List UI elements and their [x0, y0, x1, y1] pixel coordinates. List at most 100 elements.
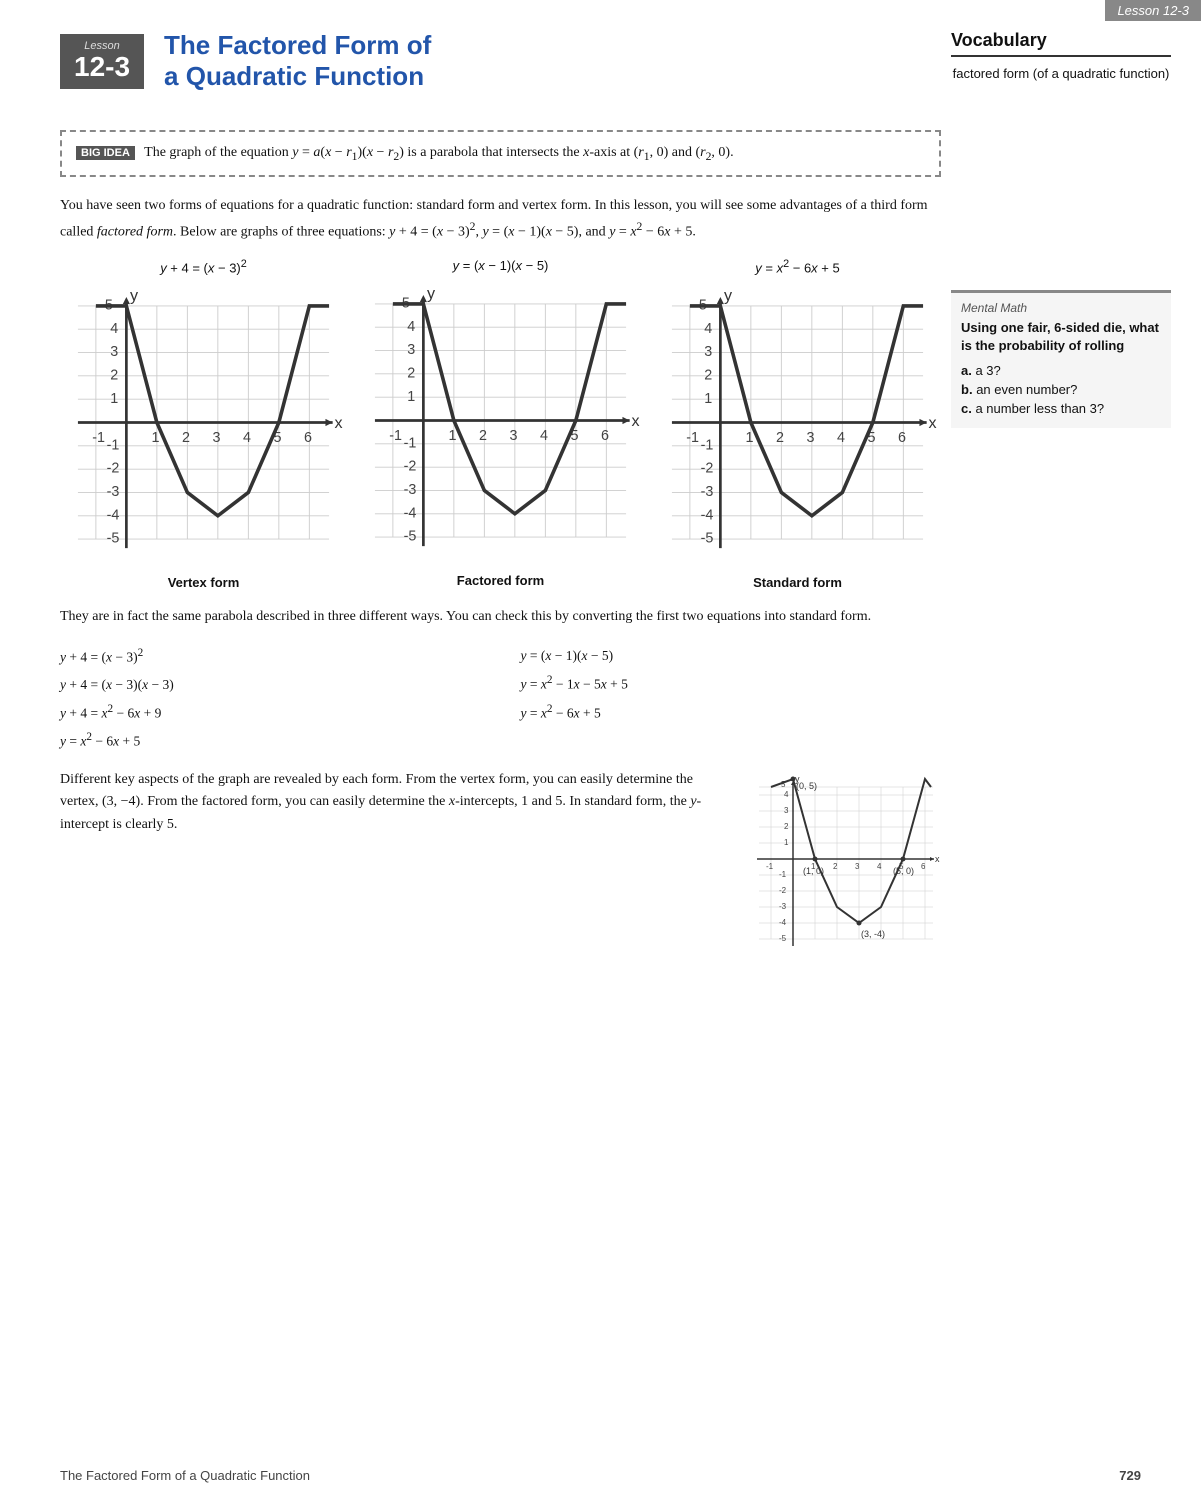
svg-text:x: x [631, 412, 639, 430]
graph1-svg: x y 1 2 3 4 5 6 -1 1 2 3 4 5 -1 [60, 279, 347, 566]
bottom-text: Different key aspects of the graph are r… [60, 769, 721, 836]
svg-text:x: x [928, 414, 936, 432]
svg-text:3: 3 [212, 430, 220, 446]
vocab-title: Vocabulary [951, 30, 1171, 57]
equations-section: y + 4 = (x − 3)2 y + 4 = (x − 3)(x − 3) … [60, 642, 941, 755]
graph-vertex-form: y + 4 = (x − 3)2 [60, 258, 347, 590]
svg-text:x: x [334, 414, 342, 432]
lesson-label: Lesson 12-3 [1105, 0, 1201, 21]
eq-left-2: y + 4 = (x − 3)(x − 3) [60, 671, 481, 698]
svg-text:(0, 5): (0, 5) [796, 781, 817, 791]
svg-text:1: 1 [745, 430, 753, 446]
svg-text:-2: -2 [404, 458, 417, 474]
eq-left-3: y + 4 = x2 − 6x + 9 [60, 698, 481, 727]
svg-text:2: 2 [784, 822, 789, 831]
lesson-box: Lesson 12-3 [60, 34, 144, 89]
svg-text:2: 2 [704, 368, 712, 384]
svg-text:3: 3 [806, 430, 814, 446]
svg-text:4: 4 [407, 319, 415, 335]
graph2-label-bottom: Factored form [457, 573, 544, 588]
svg-text:4: 4 [704, 321, 712, 337]
equations-right-col: y = (x − 1)(x − 5) y = x2 − 1x − 5x + 5 … [521, 642, 942, 755]
lesson-number: 12-3 [74, 52, 130, 83]
vocabulary-sidebar: Vocabulary factored form (of a quadratic… [951, 30, 1171, 83]
footer-left: The Factored Form of a Quadratic Functio… [60, 1468, 310, 1483]
svg-text:1: 1 [407, 389, 415, 405]
mental-math-q-b: b. an even number? [961, 382, 1161, 397]
svg-text:-1: -1 [779, 870, 787, 879]
bottom-graph: x y 1 2 3 4 5 6 -1 1 2 3 4 5 -1 -2 -3 -4… [741, 769, 941, 974]
svg-text:-3: -3 [404, 482, 417, 498]
mental-math-q-a: a. a 3? [961, 363, 1161, 378]
svg-text:6: 6 [601, 428, 609, 444]
body-paragraph-2: They are in fact the same parabola descr… [60, 606, 941, 628]
svg-text:1: 1 [110, 391, 118, 407]
graph2-svg: x y 1 2 3 4 5 6 -1 1 2 3 4 5 -1 -2 -3 [357, 277, 644, 564]
svg-text:-4: -4 [701, 507, 714, 523]
svg-text:6: 6 [921, 862, 926, 871]
svg-text:-4: -4 [779, 918, 787, 927]
svg-text:4: 4 [784, 790, 789, 799]
svg-text:2: 2 [479, 428, 487, 444]
svg-text:3: 3 [704, 344, 712, 360]
svg-text:3: 3 [110, 344, 118, 360]
eq-right-2: y = x2 − 1x − 5x + 5 [521, 669, 942, 698]
eq-left-1: y + 4 = (x − 3)2 [60, 642, 481, 671]
eq-right-3: y = x2 − 6x + 5 [521, 698, 942, 727]
bottom-graph-svg: x y 1 2 3 4 5 6 -1 1 2 3 4 5 -1 -2 -3 -4… [741, 769, 941, 969]
svg-text:3: 3 [855, 862, 860, 871]
svg-text:(3, -4): (3, -4) [861, 929, 885, 939]
eq-right-1: y = (x − 1)(x − 5) [521, 642, 942, 669]
svg-text:4: 4 [837, 430, 845, 446]
vocab-term: factored form (of a quadratic function) [951, 65, 1171, 83]
svg-text:-4: -4 [107, 507, 120, 523]
big-idea-text: The graph of the equation y = a(x − r1)(… [144, 145, 733, 160]
svg-text:1: 1 [448, 428, 456, 444]
svg-text:-3: -3 [701, 484, 714, 500]
graph-factored-form: y = (x − 1)(x − 5) [357, 258, 644, 590]
svg-text:-1: -1 [686, 430, 699, 446]
svg-text:-2: -2 [701, 461, 714, 477]
svg-text:-1: -1 [766, 862, 774, 871]
svg-text:2: 2 [110, 368, 118, 384]
svg-text:-3: -3 [779, 902, 787, 911]
graph2-label-top: y = (x − 1)(x − 5) [453, 258, 549, 273]
svg-text:-1: -1 [92, 430, 105, 446]
footer-page: 729 [1119, 1468, 1141, 1483]
svg-text:6: 6 [304, 430, 312, 446]
graph3-label-top: y = x2 − 6x + 5 [755, 258, 839, 275]
svg-text:-5: -5 [107, 531, 120, 547]
svg-text:-3: -3 [107, 484, 120, 500]
svg-text:-2: -2 [107, 461, 120, 477]
svg-text:-1: -1 [701, 437, 714, 453]
svg-text:6: 6 [898, 430, 906, 446]
svg-text:-5: -5 [779, 934, 787, 943]
svg-text:3: 3 [509, 428, 517, 444]
main-content: BIG IDEA The graph of the equation y = a… [60, 130, 941, 974]
mental-math-q-c: c. a number less than 3? [961, 401, 1161, 416]
graph3-label-bottom: Standard form [753, 575, 842, 590]
svg-text:-1: -1 [107, 437, 120, 453]
svg-text:3: 3 [407, 342, 415, 358]
mental-math-heading: Using one fair, 6-sided die, what is the… [961, 319, 1161, 355]
svg-text:2: 2 [407, 365, 415, 381]
eq-left-4: y = x2 − 6x + 5 [60, 726, 481, 755]
svg-text:3: 3 [784, 806, 789, 815]
graphs-row: y + 4 = (x − 3)2 [60, 258, 941, 590]
svg-text:2: 2 [833, 862, 838, 871]
svg-text:(5, 0): (5, 0) [893, 866, 914, 876]
graph-standard-form: y = x2 − 6x + 5 [654, 258, 941, 590]
mental-math-title: Mental Math [961, 301, 1161, 315]
svg-text:4: 4 [540, 428, 548, 444]
svg-text:y: y [130, 287, 139, 305]
bottom-section: Different key aspects of the graph are r… [60, 769, 941, 974]
lesson-word: Lesson [74, 40, 130, 52]
svg-text:-4: -4 [404, 505, 417, 521]
graph1-label-bottom: Vertex form [168, 575, 240, 590]
svg-text:4: 4 [110, 321, 118, 337]
svg-text:x: x [935, 854, 940, 864]
body-paragraph-1: You have seen two forms of equations for… [60, 195, 941, 243]
svg-text:-5: -5 [404, 528, 417, 544]
svg-text:-2: -2 [779, 886, 787, 895]
footer: The Factored Form of a Quadratic Functio… [60, 1468, 1141, 1483]
